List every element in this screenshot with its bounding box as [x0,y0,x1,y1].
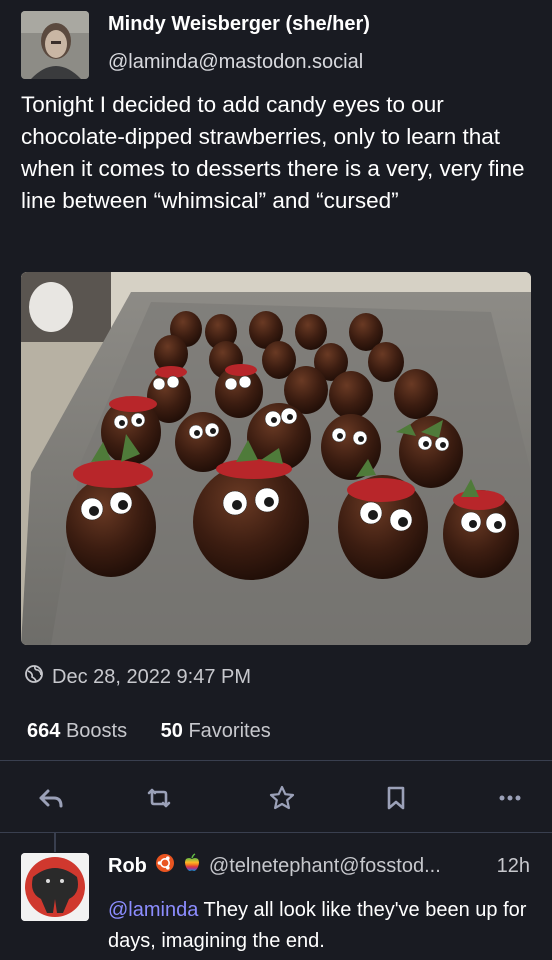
reply-header: Rob @telnetephant@fosstod... 12h [108,853,538,879]
divider [0,760,552,761]
reply-time[interactable]: 12h [497,855,530,878]
bookmark-button[interactable] [378,780,414,816]
bookmark-icon [387,786,405,810]
boosts-stat[interactable]: 664 Boosts [27,720,127,743]
elephant-avatar-image [21,853,89,921]
post-image[interactable] [21,272,531,645]
reply-text: @laminda They all look like they've been… [108,895,538,957]
boosts-count: 664 [27,720,61,742]
favorites-stat[interactable]: 50 Favorites [161,720,271,743]
globe-icon [24,664,44,690]
mention-link[interactable]: @laminda [108,899,198,921]
ubuntu-icon [155,853,175,879]
boosts-label: Boosts [65,720,128,742]
reply-author-name[interactable]: Rob [108,855,147,878]
favorites-count: 50 [160,720,183,742]
more-icon [499,795,521,801]
reply-button[interactable] [33,780,69,816]
author-avatar[interactable] [21,11,89,79]
favorite-button[interactable] [264,780,300,816]
reply-author-handle[interactable]: @telnetephant@fosstod... [209,855,441,878]
author-display-name[interactable]: Mindy Weisberger (she/her) [108,13,370,36]
more-button[interactable] [492,780,528,816]
reply-icon [39,789,63,808]
divider [0,832,552,833]
reply-author-avatar[interactable] [21,853,89,921]
boost-icon [147,788,171,808]
author-avatar-image [21,11,89,79]
action-bar [0,780,552,816]
favorites-label: Favorites [188,720,271,742]
thread-line [54,832,56,852]
author-handle[interactable]: @laminda@mastodon.social [108,51,363,74]
apple-icon [183,853,201,879]
boost-button[interactable] [141,780,177,816]
post-timestamp-row[interactable]: Dec 28, 2022 9:47 PM [24,664,251,690]
post-timestamp[interactable]: Dec 28, 2022 9:47 PM [52,666,251,689]
star-icon [269,785,295,810]
chocolate-strawberries-photo [21,272,531,645]
post-stats: 664 Boosts 50 Favorites [27,720,299,743]
post-text: Tonight I decided to add candy eyes to o… [21,92,525,213]
